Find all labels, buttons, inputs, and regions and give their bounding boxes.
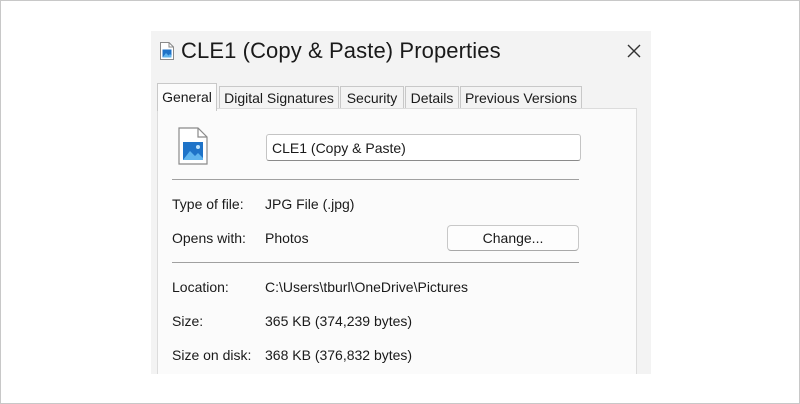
tab-strip: General Digital Signatures Security Deta… bbox=[157, 83, 651, 111]
opens-with-value: Photos bbox=[265, 230, 309, 246]
screenshot-frame: CLE1 (Copy & Paste) Properties General D… bbox=[0, 0, 800, 404]
type-of-file-label: Type of file: bbox=[172, 196, 244, 212]
file-name-input[interactable] bbox=[266, 134, 581, 161]
properties-dialog: CLE1 (Copy & Paste) Properties General D… bbox=[151, 31, 651, 374]
general-panel: Type of file: JPG File (.jpg) Opens with… bbox=[157, 108, 637, 374]
size-label: Size: bbox=[172, 313, 204, 329]
size-on-disk-label: Size on disk: bbox=[172, 347, 252, 363]
tab-previous-versions[interactable]: Previous Versions bbox=[460, 86, 582, 110]
size-on-disk-value: 368 KB (376,832 bytes) bbox=[265, 347, 413, 363]
close-button[interactable] bbox=[617, 37, 651, 69]
opens-with-label: Opens with: bbox=[172, 230, 246, 246]
location-value: C:\Users\tburl\OneDrive\Pictures bbox=[265, 279, 469, 295]
tab-general[interactable]: General bbox=[157, 83, 217, 111]
location-label: Location: bbox=[172, 279, 229, 295]
divider bbox=[172, 179, 579, 180]
image-file-icon bbox=[160, 42, 174, 60]
tab-digital-signatures[interactable]: Digital Signatures bbox=[219, 86, 339, 110]
dialog-title: CLE1 (Copy & Paste) Properties bbox=[181, 38, 501, 63]
image-file-icon bbox=[178, 127, 208, 165]
tab-details[interactable]: Details bbox=[405, 86, 459, 110]
change-button[interactable]: Change... bbox=[447, 225, 579, 251]
close-icon bbox=[627, 44, 641, 63]
type-of-file-value: JPG File (.jpg) bbox=[265, 196, 355, 212]
divider bbox=[172, 262, 579, 263]
title-bar: CLE1 (Copy & Paste) Properties bbox=[151, 31, 651, 75]
size-value: 365 KB (374,239 bytes) bbox=[265, 313, 413, 329]
tab-security[interactable]: Security bbox=[340, 86, 404, 110]
